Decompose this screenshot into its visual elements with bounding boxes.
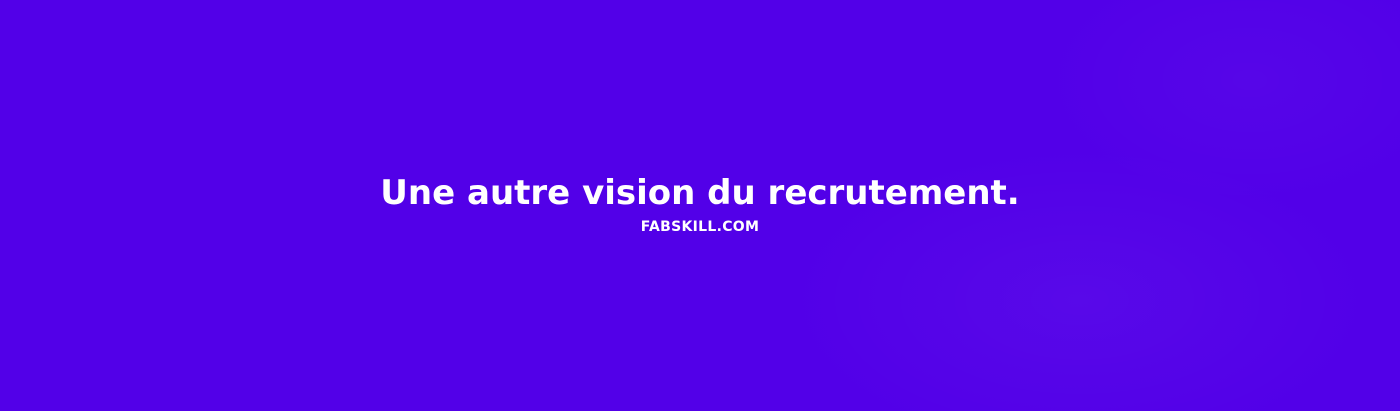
hero-banner: Une autre vision du recrutement. FABSKIL… xyxy=(0,0,1400,411)
tagline-heading: Une autre vision du recrutement. xyxy=(380,173,1020,213)
site-domain-text: FABSKILL.COM xyxy=(640,219,760,235)
